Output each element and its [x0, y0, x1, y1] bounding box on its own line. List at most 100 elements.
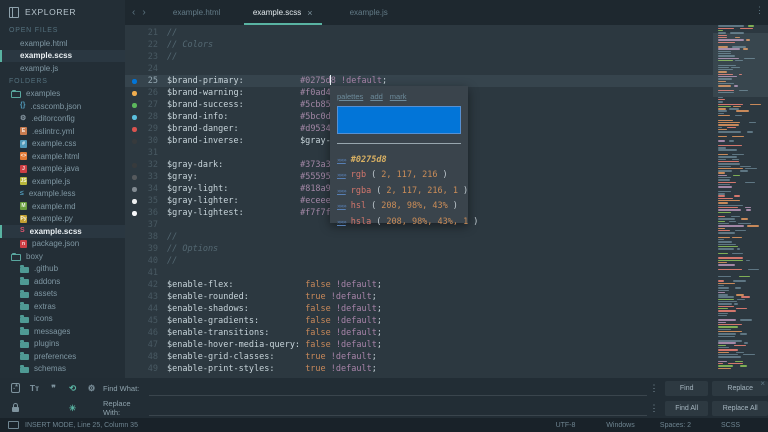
minimap[interactable] [713, 25, 768, 378]
color-format-row[interactable]: »»»rgba(2, 117, 216, 1) [337, 183, 462, 199]
tab-example.html[interactable]: example.html [154, 0, 240, 25]
tree-item-label: schemas [34, 364, 66, 373]
tree-item-plugins[interactable]: plugins [0, 338, 125, 351]
tree-item-label: extras [34, 302, 56, 311]
color-format-row[interactable]: »»»hsl(208, 98%, 43%) [337, 199, 462, 215]
tree-item-assets[interactable]: assets [0, 288, 125, 301]
tree-item-.csscomb.json[interactable]: {}.csscomb.json [0, 100, 125, 113]
status-utf-8[interactable]: UTF-8 [538, 422, 593, 429]
mark-link[interactable]: mark [390, 92, 407, 101]
status-spaces-2[interactable]: Spaces: 2 [648, 422, 703, 429]
replace-input[interactable] [149, 401, 647, 416]
find-input[interactable] [149, 381, 647, 396]
explorer-icon [9, 7, 19, 18]
insert-link-icon[interactable]: »»» [337, 218, 346, 226]
find-all-button[interactable]: Find All [665, 401, 709, 416]
color-swatch[interactable] [337, 106, 461, 134]
code-line-46[interactable]: 46$enable-transitions: false !default; [125, 327, 713, 339]
in-selection-icon[interactable]: ⚙ [88, 383, 96, 394]
tree-item-boxy[interactable]: boxy [0, 250, 125, 263]
insert-mode-status[interactable]: INSERT MODE, Line 25, Column 35 [25, 422, 138, 429]
code-line-24[interactable]: 24 [125, 63, 713, 75]
folder-open-icon [11, 254, 21, 261]
code-line-47[interactable]: 47$enable-hover-media-query: false !defa… [125, 339, 713, 351]
tree-item-schemas[interactable]: schemas [0, 363, 125, 376]
tree-item-.editorconfig[interactable]: ⚙.editorconfig [0, 113, 125, 126]
status-windows[interactable]: Windows [593, 422, 648, 429]
code-line-39[interactable]: 39// Options [125, 243, 713, 255]
tree-item-example.java[interactable]: Jexample.java [0, 163, 125, 176]
tree-item-example.js[interactable]: JSexample.js [0, 175, 125, 188]
code-line-41[interactable]: 41 [125, 267, 713, 279]
open-file-example.js[interactable]: example.js [0, 62, 125, 75]
code-line-21[interactable]: 21// [125, 27, 713, 39]
nav-back-icon[interactable]: ‹ [132, 7, 135, 18]
regex-icon[interactable]: .* [11, 383, 20, 393]
tree-item-example.css[interactable]: #example.css [0, 138, 125, 151]
tab-example.scss[interactable]: example.scss× [240, 0, 326, 25]
line-number: 45 [148, 316, 158, 326]
tree-item-examples[interactable]: examples [0, 88, 125, 101]
color-format-row[interactable]: »»»#0275d8 [337, 152, 462, 168]
replace-all-button[interactable]: Replace All [712, 401, 768, 416]
code-line-23[interactable]: 23// [125, 51, 713, 63]
code-line-49[interactable]: 49$enable-print-styles: true !default; [125, 363, 713, 375]
highlight-matches-icon[interactable]: ☀ [69, 403, 77, 414]
palettes-link[interactable]: palettes [337, 92, 363, 101]
minimap-viewport[interactable] [713, 33, 768, 97]
color-dot-icon [132, 175, 137, 180]
code-line-44[interactable]: 44$enable-shadows: false !default; [125, 303, 713, 315]
status-scss[interactable]: SCSS [703, 422, 758, 429]
add-link[interactable]: add [370, 92, 383, 101]
code-line-42[interactable]: 42$enable-flex: false !default; [125, 279, 713, 291]
case-sensitive-icon[interactable]: Tт [30, 383, 39, 393]
tree-item-example.md[interactable]: Mexample.md [0, 200, 125, 213]
tree-item-package.json[interactable]: npackage.json [0, 238, 125, 251]
whole-word-icon[interactable]: ❞ [51, 383, 56, 394]
insert-link-icon[interactable]: »»» [337, 202, 346, 210]
tree-item-icons[interactable]: icons [0, 313, 125, 326]
code-line-48[interactable]: 48$enable-grid-classes: true !default; [125, 351, 713, 363]
tree-item-label: example.less [29, 189, 76, 198]
color-format-row[interactable]: »»»hsla(208, 98%, 43%, 1) [337, 214, 462, 230]
folder-icon [20, 317, 29, 323]
code-text: // Colors [167, 39, 213, 51]
tab-example.js[interactable]: example.js [326, 0, 412, 25]
tree-item-.github[interactable]: .github [0, 263, 125, 276]
nav-forward-icon[interactable]: › [142, 7, 145, 18]
preserve-case-icon[interactable] [12, 407, 19, 412]
insert-link-icon[interactable]: »»» [337, 156, 346, 164]
tree-item-example.less[interactable]: ≤example.less [0, 188, 125, 201]
tab-close-icon[interactable]: × [307, 8, 312, 18]
insert-link-icon[interactable]: »»» [337, 171, 346, 179]
line-number: 36 [148, 208, 158, 218]
open-file-example.html[interactable]: example.html [0, 37, 125, 50]
find-history-icon[interactable]: ⋮ [647, 383, 661, 394]
code-line-38[interactable]: 38// [125, 231, 713, 243]
tree-item-messages[interactable]: messages [0, 325, 125, 338]
tree-item-label: addons [34, 277, 60, 286]
tab-overflow-icon[interactable]: ⋮ [755, 5, 764, 16]
insert-link-icon[interactable]: »»» [337, 187, 346, 195]
code-line-40[interactable]: 40// [125, 255, 713, 267]
sass-icon: S [20, 227, 25, 235]
tree-item-label: example.scss [30, 227, 82, 236]
replace-history-icon[interactable]: ⋮ [647, 403, 661, 414]
close-panel-icon[interactable]: × [760, 379, 765, 388]
color-format-row[interactable]: »»»rgb(2, 117, 216) [337, 168, 462, 184]
tree-item-example.scss[interactable]: Sexample.scss [0, 225, 125, 238]
code-line-43[interactable]: 43$enable-rounded: true !default; [125, 291, 713, 303]
open-file-example.scss[interactable]: example.scss [0, 50, 125, 63]
find-button[interactable]: Find [665, 381, 709, 396]
tree-item-addons[interactable]: addons [0, 275, 125, 288]
tree-item-preferences[interactable]: preferences [0, 350, 125, 363]
tree-item-extras[interactable]: extras [0, 300, 125, 313]
tab-label: example.html [173, 8, 221, 17]
code-line-45[interactable]: 45$enable-gradients: false !default; [125, 315, 713, 327]
open-file-label: example.html [20, 39, 68, 48]
tree-item-example.html[interactable]: <>example.html [0, 150, 125, 163]
code-line-22[interactable]: 22// Colors [125, 39, 713, 51]
tree-item-.eslintrc.yml[interactable]: E.eslintrc.yml [0, 125, 125, 138]
wrap-icon[interactable]: ⟲ [69, 383, 76, 394]
tree-item-example.py[interactable]: Pyexample.py [0, 213, 125, 226]
